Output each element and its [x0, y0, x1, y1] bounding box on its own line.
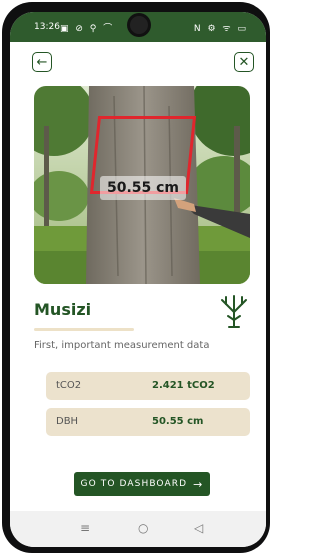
- metric-value: 50.55 cm: [152, 416, 204, 427]
- subtitle: First, important measurement data: [34, 340, 210, 351]
- dashboard-button-label: GO TO DASHBOARD: [80, 479, 188, 489]
- metric-label: tCO2: [56, 380, 82, 391]
- close-button[interactable]: ✕: [234, 52, 254, 72]
- front-camera: [130, 16, 148, 34]
- system-nav-bar: ≡ ○ ◁: [10, 511, 266, 547]
- species-name: Musizi: [34, 300, 92, 319]
- back-button[interactable]: ←: [32, 52, 52, 72]
- measurement-label: 50.55 cm: [100, 176, 186, 200]
- home-button[interactable]: ○: [138, 521, 148, 535]
- go-to-dashboard-button[interactable]: GO TO DASHBOARD →: [74, 472, 210, 496]
- tree-icon: [221, 295, 247, 328]
- arrow-left-icon: ←: [36, 54, 48, 70]
- status-system-icons: N ⚙ ᯤ ▭: [193, 24, 248, 34]
- title-underline: [34, 328, 134, 331]
- recents-button[interactable]: ≡: [80, 521, 90, 535]
- metric-row-dbh: DBH 50.55 cm: [46, 408, 250, 436]
- arrow-right-icon: →: [193, 477, 204, 491]
- tree-photo: 50.55 cm: [34, 86, 250, 284]
- metric-row-tco2: tCO2 2.421 tCO2: [46, 372, 250, 400]
- close-icon: ✕: [238, 54, 250, 70]
- status-bar: 13:26 ▣ ⊘ ⚲ ⌒ N ⚙ ᯤ ▭: [10, 12, 266, 42]
- metric-label: DBH: [56, 416, 79, 427]
- phone-frame: 13:26 ▣ ⊘ ⚲ ⌒ N ⚙ ᯤ ▭ ← ✕ 50.55 cm Musiz…: [2, 2, 270, 553]
- status-notification-icons: ▣ ⊘ ⚲ ⌒: [60, 24, 115, 34]
- metric-value: 2.421 tCO2: [152, 380, 215, 391]
- back-nav-button[interactable]: ◁: [194, 521, 203, 535]
- app-screen: 13:26 ▣ ⊘ ⚲ ⌒ N ⚙ ᯤ ▭ ← ✕ 50.55 cm Musiz…: [10, 12, 266, 547]
- status-time: 13:26: [34, 22, 60, 32]
